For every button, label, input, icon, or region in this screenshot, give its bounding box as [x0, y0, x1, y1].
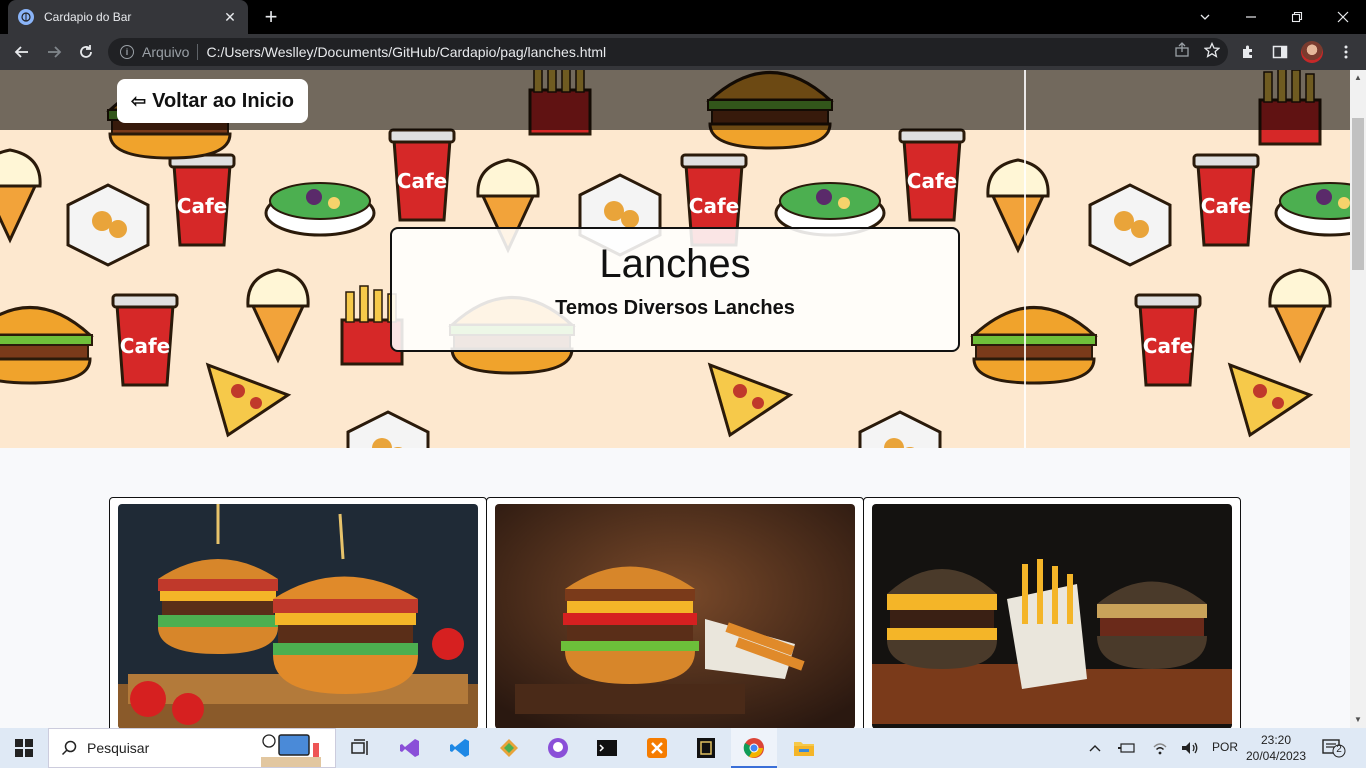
- back-to-home-button[interactable]: ⇦ Voltar ao Inicio: [117, 79, 308, 123]
- tab-close-icon[interactable]: ✕: [222, 9, 238, 26]
- burger-photo[interactable]: [118, 504, 478, 728]
- title-box: Lanches Temos Diversos Lanches: [390, 227, 960, 352]
- file-explorer-icon[interactable]: [790, 734, 818, 762]
- address-bar[interactable]: i Arquivo C:/Users/Weslley/Documents/Git…: [108, 38, 1228, 66]
- windows-taskbar: Pesquisar POR 23:20 20/04/2023 2: [0, 728, 1366, 768]
- visual-studio-icon[interactable]: [396, 734, 424, 762]
- address-separator: [197, 44, 199, 60]
- info-icon[interactable]: i: [120, 45, 134, 59]
- browser-titlebar: Cardapio do Bar ✕ +: [0, 0, 1366, 34]
- github-desktop-icon[interactable]: [544, 734, 572, 762]
- gitkraken-icon[interactable]: [495, 734, 523, 762]
- side-panel-icon[interactable]: [1270, 42, 1290, 62]
- background-seam: [1024, 70, 1026, 448]
- address-scheme: Arquivo: [142, 44, 190, 60]
- burger-photo[interactable]: [495, 504, 855, 728]
- page-title: Lanches: [599, 242, 751, 286]
- search-highlight-illustration: [261, 734, 321, 767]
- windows-start-icon[interactable]: [0, 728, 48, 768]
- address-url[interactable]: C:/Users/Weslley/Documents/GitHub/Cardap…: [206, 44, 606, 60]
- search-icon: [61, 740, 77, 756]
- scroll-down-arrow-icon[interactable]: ▼: [1350, 712, 1366, 728]
- input-language[interactable]: POR: [1212, 740, 1238, 754]
- page-subtitle: Temos Diversos Lanches: [555, 297, 795, 319]
- minimize-button[interactable]: [1228, 0, 1274, 34]
- clock-date: 20/04/2023: [1245, 749, 1307, 763]
- taskbar-clock[interactable]: 23:20 20/04/2023: [1240, 732, 1312, 764]
- new-tab-button[interactable]: +: [258, 4, 284, 30]
- code-editor-icon[interactable]: [692, 734, 720, 762]
- tray-chevron-up-icon[interactable]: [1086, 740, 1104, 756]
- profile-avatar[interactable]: [1301, 41, 1323, 63]
- menu-kebab-icon[interactable]: [1336, 42, 1356, 62]
- terminal-icon[interactable]: [593, 734, 621, 762]
- forward-arrow-icon[interactable]: [40, 38, 68, 66]
- restore-button[interactable]: [1274, 0, 1320, 34]
- browser-toolbar: i Arquivo C:/Users/Weslley/Documents/Git…: [0, 34, 1366, 70]
- scroll-thumb[interactable]: [1352, 118, 1364, 270]
- notification-center-icon[interactable]: 2: [1322, 738, 1346, 758]
- bookmark-star-icon[interactable]: [1203, 41, 1221, 63]
- back-arrow-icon[interactable]: [8, 38, 36, 66]
- left-arrow-icon: ⇦: [131, 90, 147, 111]
- close-window-button[interactable]: [1320, 0, 1366, 34]
- share-icon[interactable]: [1174, 42, 1190, 63]
- globe-icon: [18, 9, 34, 25]
- search-placeholder: Pesquisar: [87, 740, 150, 756]
- tab-title: Cardapio do Bar: [44, 10, 132, 24]
- menu-card[interactable]: [863, 497, 1241, 728]
- task-view-icon[interactable]: [346, 734, 374, 762]
- xampp-icon[interactable]: [643, 734, 671, 762]
- page-viewport: Cafe: [0, 70, 1350, 728]
- volume-icon[interactable]: [1181, 740, 1199, 756]
- burger-photo[interactable]: [872, 504, 1232, 728]
- extensions-puzzle-icon[interactable]: [1238, 42, 1258, 62]
- back-button-label: Voltar ao Inicio: [152, 89, 294, 112]
- reload-icon[interactable]: [72, 38, 100, 66]
- browser-tab[interactable]: Cardapio do Bar ✕: [8, 0, 248, 34]
- tab-search-chevron-icon[interactable]: [1182, 0, 1228, 34]
- scroll-up-arrow-icon[interactable]: ▲: [1350, 70, 1366, 86]
- vscode-icon[interactable]: [446, 734, 474, 762]
- menu-card[interactable]: [109, 497, 487, 728]
- taskbar-search-box[interactable]: Pesquisar: [48, 728, 336, 768]
- hero-banner: Cafe: [0, 70, 1350, 448]
- battery-icon[interactable]: [1118, 740, 1136, 756]
- chrome-icon[interactable]: [740, 734, 768, 762]
- page-scrollbar[interactable]: ▲ ▼: [1350, 70, 1366, 728]
- wifi-icon[interactable]: [1151, 740, 1169, 756]
- menu-card[interactable]: [486, 497, 864, 728]
- notification-count: 2: [1336, 744, 1342, 755]
- clock-time: 23:20: [1260, 733, 1292, 747]
- menu-cards: [109, 497, 1241, 728]
